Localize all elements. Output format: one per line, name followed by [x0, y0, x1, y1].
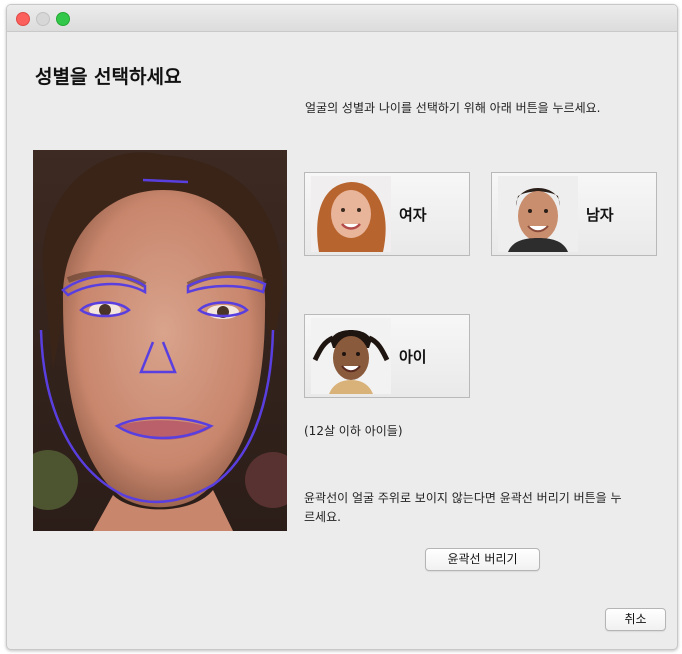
- female-choice-label: 여자: [399, 206, 427, 224]
- dialog-window: 성별을 선택하세요 얼굴의 성별과 나이를 선택하기 위해 아래 버튼을 누르세…: [6, 4, 678, 650]
- page-title: 성별을 선택하세요: [35, 66, 182, 88]
- male-face-thumbnail: [498, 176, 578, 252]
- discard-outline-button[interactable]: 윤곽선 버리기: [425, 548, 540, 571]
- window-close-button[interactable]: [16, 12, 30, 26]
- cancel-button[interactable]: 취소: [605, 608, 666, 631]
- child-choice-button[interactable]: 아이: [304, 314, 470, 398]
- window-maximize-button[interactable]: [56, 12, 70, 26]
- child-choice-label: 아이: [399, 348, 427, 366]
- female-face-thumbnail: [311, 176, 391, 252]
- male-choice-button[interactable]: 남자: [491, 172, 657, 256]
- child-face-thumbnail: [311, 318, 391, 394]
- instruction-text: 얼굴의 성별과 나이를 선택하기 위해 아래 버튼을 누르세요.: [305, 101, 601, 115]
- outline-note-line1: 윤곽선이 얼굴 주위로 보이지 않는다면 윤곽선 버리기 버튼을 누: [304, 491, 622, 505]
- child-age-note: (12살 이하 아이들): [304, 424, 403, 438]
- face-photo-with-outline: [33, 150, 287, 531]
- outline-note-line2: 르세요.: [304, 510, 341, 524]
- male-choice-label: 남자: [586, 206, 614, 224]
- title-bar: [7, 5, 677, 32]
- window-minimize-button[interactable]: [36, 12, 50, 26]
- female-choice-button[interactable]: 여자: [304, 172, 470, 256]
